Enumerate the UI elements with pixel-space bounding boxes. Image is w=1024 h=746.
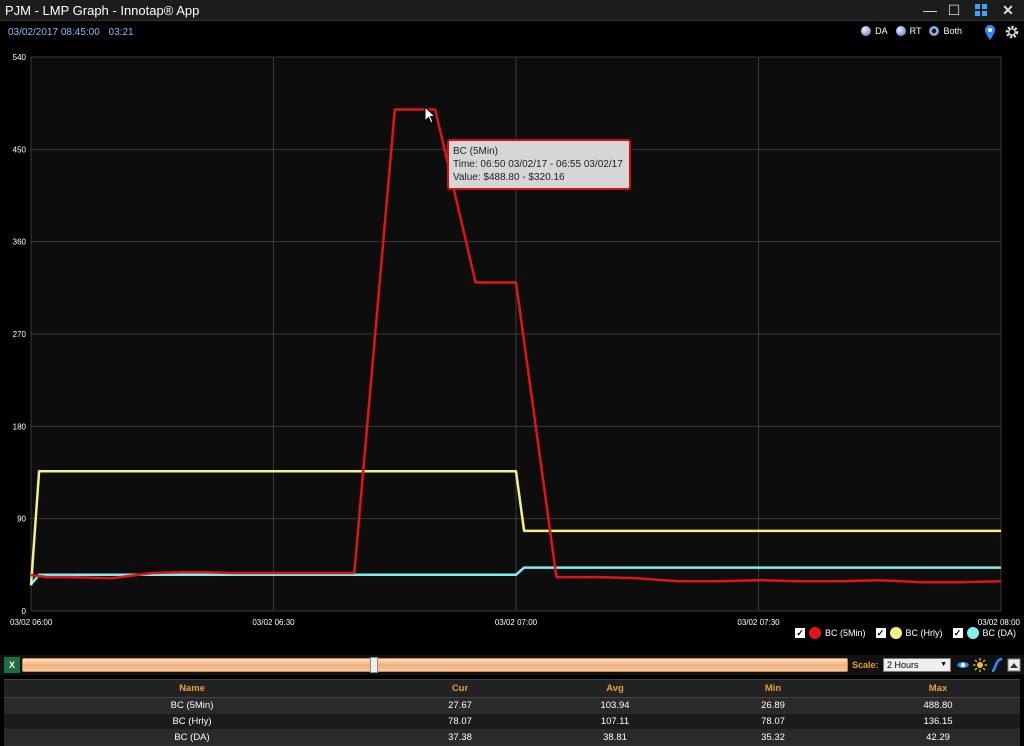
table-cell: 37.38: [448, 732, 472, 743]
tooltip-time: Time: 06:50 03/02/17 - 06:55 03/02/17: [453, 159, 623, 170]
radio-da[interactable]: DA: [861, 26, 888, 36]
datetime-text: 03/02/2017 08:45:00: [8, 27, 100, 38]
legend-item-da[interactable]: ✓ BC (DA): [952, 627, 1017, 639]
y-tick-label: 270: [13, 330, 27, 339]
checkbox-checked-icon[interactable]: ✓: [794, 628, 805, 638]
radio-icon: [861, 26, 872, 36]
series-color-dot: [808, 627, 821, 639]
y-tick-label: 540: [13, 53, 27, 62]
table-cell: 38.81: [603, 732, 627, 743]
excel-export-icon[interactable]: X: [4, 657, 20, 673]
table-cell: BC (5Min): [170, 700, 214, 711]
chart-svg[interactable]: 0 90 180 270 360 450 540 03/02 06:00 03/02 06:30…: [0, 45, 1024, 643]
table-cell: 35.32: [761, 732, 785, 743]
tooltip-series-name: BC (5Min): [453, 146, 499, 157]
legend-label: BC (Hrly): [905, 628, 943, 638]
x-tick-label: 03/02 07:00: [495, 618, 538, 627]
grid-layout-icon[interactable]: [969, 1, 993, 19]
legend-label: BC (DA): [982, 628, 1017, 638]
table-row[interactable]: BC (Hrly) 78.07 107.11 78.07 136.15: [4, 714, 1020, 730]
countdown-text: 03:21: [108, 27, 134, 38]
timestamp: 03/02/2017 08:45:00 03:21: [8, 27, 140, 38]
title-bar: PJM - LMP Graph - Innotap® App — ☐ ✕: [0, 0, 1024, 21]
scale-value: 2 Hours: [887, 660, 919, 670]
table-cell: 107.11: [600, 716, 630, 727]
series-color-dot: [889, 627, 902, 639]
x-tick-label: 03/02 07:30: [737, 618, 780, 627]
mouse-cursor-icon: [424, 106, 436, 124]
slider-thumb[interactable]: [370, 657, 378, 673]
time-range-slider[interactable]: [22, 658, 848, 672]
table-cell: 27.67: [448, 700, 472, 711]
status-bar: 03/02/2017 08:45:00 03:21 DA RT Both: [0, 21, 1024, 45]
chevron-down-icon: ▼: [940, 661, 947, 668]
market-radio-group: DA RT Both: [861, 26, 962, 36]
x-tick-label: 03/02 06:00: [10, 618, 53, 627]
close-icon[interactable]: ✕: [996, 1, 1020, 19]
y-tick-label: 0: [22, 607, 27, 616]
y-tick-label: 360: [13, 238, 27, 247]
series-color-dot: [966, 627, 979, 639]
scale-select[interactable]: 2 Hours ▼: [883, 658, 951, 672]
minimize-icon[interactable]: —: [918, 1, 942, 19]
location-pin-icon[interactable]: [984, 24, 996, 42]
legend-label: BC (5Min): [824, 628, 866, 638]
y-tick-label: 90: [17, 515, 26, 524]
radio-rt[interactable]: RT: [895, 26, 922, 36]
radio-label: DA: [875, 26, 888, 36]
table-cell: 78.07: [761, 716, 785, 727]
x-tick-label: 03/02 06:30: [252, 618, 295, 627]
panel-toggle-icon[interactable]: [1007, 658, 1021, 672]
gear-icon[interactable]: [1004, 24, 1020, 40]
table-header: Name Cur Avg Min Max: [4, 680, 1020, 698]
column-header[interactable]: Max: [856, 683, 1020, 694]
table-row[interactable]: BC (5Min) 27.67 103.94 26.89 488.80: [4, 698, 1020, 714]
column-header[interactable]: Name: [4, 683, 380, 694]
table-cell: BC (DA): [174, 732, 210, 743]
column-header[interactable]: Min: [690, 683, 856, 694]
radio-label: Both: [943, 26, 962, 36]
sun-burst-icon[interactable]: [973, 658, 987, 672]
control-bar: X Scale: 2 Hours ▼: [0, 655, 1024, 675]
table-cell: 488.80: [923, 700, 953, 711]
window-title: PJM - LMP Graph - Innotap® App: [5, 3, 200, 18]
table-cell: BC (Hrly): [172, 716, 212, 727]
tooltip-value: Value: $488.80 - $320.16: [453, 172, 565, 183]
table-cell: 26.89: [761, 700, 785, 711]
table-cell: 103.94: [600, 700, 630, 711]
scale-label: Scale:: [852, 660, 879, 670]
radio-icon: [895, 26, 906, 36]
table-cell: 42.29: [926, 732, 950, 743]
lmp-chart[interactable]: 0 90 180 270 360 450 540 03/02 06:00 03/02 06:30…: [0, 45, 1024, 643]
chart-legend: ✓ BC (5Min) ✓ BC (Hrly) ✓ BC (DA): [794, 627, 1017, 639]
eye-icon[interactable]: [956, 658, 970, 672]
x-tick-label: 03/02 08:00: [978, 618, 1021, 627]
chart-tooltip: BC (5Min) Time: 06:50 03/02/17 - 06:55 0…: [447, 139, 631, 190]
column-header[interactable]: Avg: [540, 683, 690, 694]
checkbox-checked-icon[interactable]: ✓: [875, 628, 886, 638]
radio-both[interactable]: Both: [929, 26, 962, 36]
curve-icon[interactable]: [990, 658, 1004, 672]
radio-selected-icon: [929, 26, 940, 36]
checkbox-checked-icon[interactable]: ✓: [952, 628, 963, 638]
column-header[interactable]: Cur: [380, 683, 540, 694]
table-cell: 78.07: [448, 716, 472, 727]
maximize-icon[interactable]: ☐: [942, 1, 966, 19]
legend-item-hrly[interactable]: ✓ BC (Hrly): [875, 627, 943, 639]
radio-label: RT: [909, 26, 922, 36]
table-cell: 136.15: [923, 716, 953, 727]
y-tick-label: 450: [13, 145, 27, 154]
stats-table: Name Cur Avg Min Max BC (5Min) 27.67 103…: [4, 679, 1020, 746]
legend-item-5min[interactable]: ✓ BC (5Min): [794, 627, 866, 639]
y-tick-label: 180: [13, 422, 27, 431]
